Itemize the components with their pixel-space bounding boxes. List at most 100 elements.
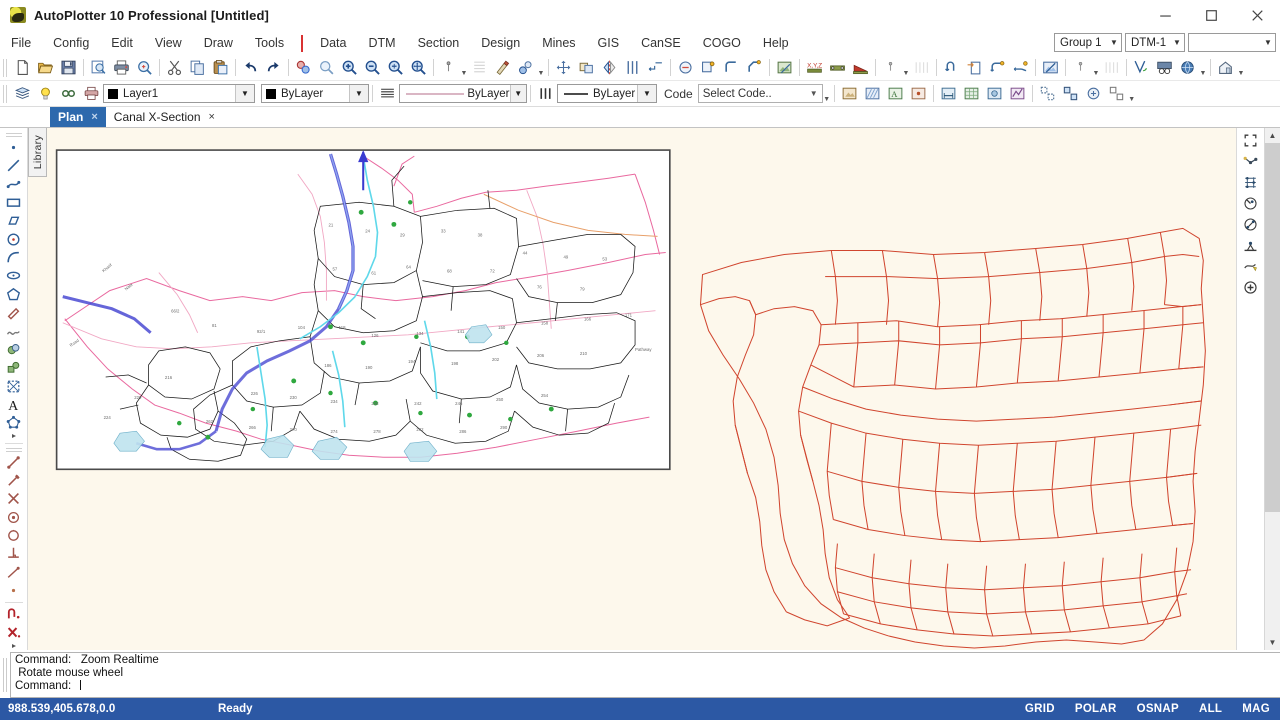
group-dropdown[interactable]: Group 1 ▼: [1054, 33, 1122, 52]
extra-dropdown[interactable]: ▼: [1188, 33, 1276, 52]
toolbar-grip[interactable]: [2, 59, 9, 77]
clipboard-note-icon[interactable]: [964, 57, 985, 78]
snap-none-icon[interactable]: [3, 623, 25, 641]
globe-dropdown-arrow[interactable]: ▼: [1199, 56, 1207, 79]
offset-icon[interactable]: [622, 57, 643, 78]
color-dropdown[interactable]: ByLayer ▼: [261, 84, 369, 103]
grid-pattern-icon[interactable]: [911, 57, 932, 78]
tab-plan[interactable]: Plan ×: [50, 107, 106, 127]
select-similar-icon[interactable]: [492, 57, 513, 78]
snap-intersection-icon[interactable]: [3, 490, 25, 508]
linetype-dropdown[interactable]: ByLayer ▼: [399, 84, 527, 103]
command-history[interactable]: Command: Zoom Realtime Rotate mouse whee…: [10, 652, 1280, 698]
station-network-icon[interactable]: [1240, 172, 1262, 193]
zoom-out-icon[interactable]: [362, 57, 383, 78]
level-instrument-icon[interactable]: [1240, 235, 1262, 256]
toolbar-grip[interactable]: [6, 132, 22, 137]
layer-freeze-icon[interactable]: [58, 83, 79, 104]
menu-mines[interactable]: Mines: [531, 32, 586, 54]
traverse-icon[interactable]: [1240, 151, 1262, 172]
properties-icon[interactable]: [438, 57, 459, 78]
layer-tools-dropdown-arrow[interactable]: ▼: [537, 56, 545, 79]
dim-style-icon[interactable]: [938, 83, 959, 104]
extra-dropdown-arrow[interactable]: ▼: [1092, 56, 1100, 79]
chevron-down-icon[interactable]: ▼: [1265, 635, 1280, 650]
command-window-grip[interactable]: [0, 652, 10, 698]
xyz-point-icon[interactable]: X,Y,Z: [804, 57, 825, 78]
canvas-vertical-scrollbar[interactable]: ▲ ▼: [1264, 128, 1280, 650]
polygon-icon[interactable]: [3, 285, 25, 303]
circle-icon[interactable]: [3, 230, 25, 248]
pan-icon[interactable]: [408, 57, 429, 78]
plot-image-icon[interactable]: [1040, 57, 1061, 78]
curve-fit-icon[interactable]: [1240, 256, 1262, 277]
menu-section[interactable]: Section: [407, 32, 471, 54]
status-toggle-polar[interactable]: POLAR: [1065, 703, 1127, 715]
paste-icon[interactable]: [210, 57, 231, 78]
save-disk-icon[interactable]: [58, 57, 79, 78]
menu-gis[interactable]: GIS: [587, 32, 631, 54]
table-icon[interactable]: [961, 83, 982, 104]
match-properties-icon[interactable]: [469, 57, 490, 78]
arc-icon[interactable]: [3, 248, 25, 266]
ellipse-icon[interactable]: [3, 267, 25, 285]
polyline-icon[interactable]: [3, 175, 25, 193]
add-node-icon[interactable]: [1240, 277, 1262, 298]
scrollbar-track[interactable]: [1265, 143, 1280, 635]
viewport-icon[interactable]: [1240, 130, 1262, 151]
lineweight-dropdown[interactable]: ByLayer ▼: [557, 84, 657, 103]
image-insert-icon[interactable]: [774, 57, 795, 78]
code-dropdown[interactable]: Select Code.. ▼: [698, 84, 823, 103]
zoom-window-icon[interactable]: [316, 57, 337, 78]
zoom-previous-icon[interactable]: [293, 57, 314, 78]
menu-edit[interactable]: Edit: [100, 32, 144, 54]
mirror-icon[interactable]: [599, 57, 620, 78]
snap-perpendicular-icon[interactable]: [3, 545, 25, 563]
library-panel-tab[interactable]: Library: [28, 128, 47, 177]
block-insert-icon[interactable]: [839, 83, 860, 104]
fillet-icon[interactable]: [721, 57, 742, 78]
pline-edit-icon[interactable]: [1007, 83, 1028, 104]
leader-icon[interactable]: [987, 57, 1008, 78]
osnap-settings-icon[interactable]: [1083, 83, 1104, 104]
angle-measure-icon[interactable]: [1240, 193, 1262, 214]
chevron-up-icon[interactable]: ▲: [1265, 128, 1280, 143]
menu-data[interactable]: Data: [309, 32, 357, 54]
rectangle-icon[interactable]: [3, 193, 25, 211]
menu-cogo[interactable]: COGO: [692, 32, 752, 54]
move-icon[interactable]: [553, 57, 574, 78]
layer-dropdown[interactable]: Layer1 ▼: [103, 84, 255, 103]
revision-cloud-icon[interactable]: [941, 57, 962, 78]
draw-flyout-arrow[interactable]: [3, 432, 25, 441]
bearing-measure-icon[interactable]: [1240, 214, 1262, 235]
menu-file[interactable]: File: [0, 32, 42, 54]
toolbar-grip[interactable]: [6, 447, 22, 452]
menu-config[interactable]: Config: [42, 32, 100, 54]
trim-icon[interactable]: [675, 57, 696, 78]
menu-help[interactable]: Help: [752, 32, 800, 54]
copy-object-icon[interactable]: [576, 57, 597, 78]
plot-setup-icon[interactable]: [984, 83, 1005, 104]
block-define-icon[interactable]: [3, 377, 25, 395]
globe-icon[interactable]: [1177, 57, 1198, 78]
new-file-icon[interactable]: [12, 57, 33, 78]
status-toggle-all[interactable]: ALL: [1189, 703, 1232, 715]
linetype-icon[interactable]: [377, 83, 398, 104]
snap-node-icon[interactable]: [3, 581, 25, 599]
boundary-icon[interactable]: [3, 359, 25, 377]
snap-tangent-icon[interactable]: [3, 563, 25, 581]
snap-flyout-arrow[interactable]: [3, 641, 25, 650]
print-preview-icon[interactable]: [88, 57, 109, 78]
dtm-dropdown[interactable]: DTM-1 ▼: [1125, 33, 1185, 52]
menu-draw[interactable]: Draw: [193, 32, 244, 54]
slope-flag-icon[interactable]: [850, 57, 871, 78]
line-icon[interactable]: [3, 157, 25, 175]
extend-icon[interactable]: [698, 57, 719, 78]
undo-arrow-icon[interactable]: [240, 57, 261, 78]
layer-tools-icon[interactable]: [515, 57, 536, 78]
copy-icon[interactable]: [187, 57, 208, 78]
minimize-icon[interactable]: [1142, 0, 1188, 30]
maximize-icon[interactable]: [1188, 0, 1234, 30]
point-style-icon[interactable]: [908, 83, 929, 104]
point-icon[interactable]: [3, 138, 25, 156]
